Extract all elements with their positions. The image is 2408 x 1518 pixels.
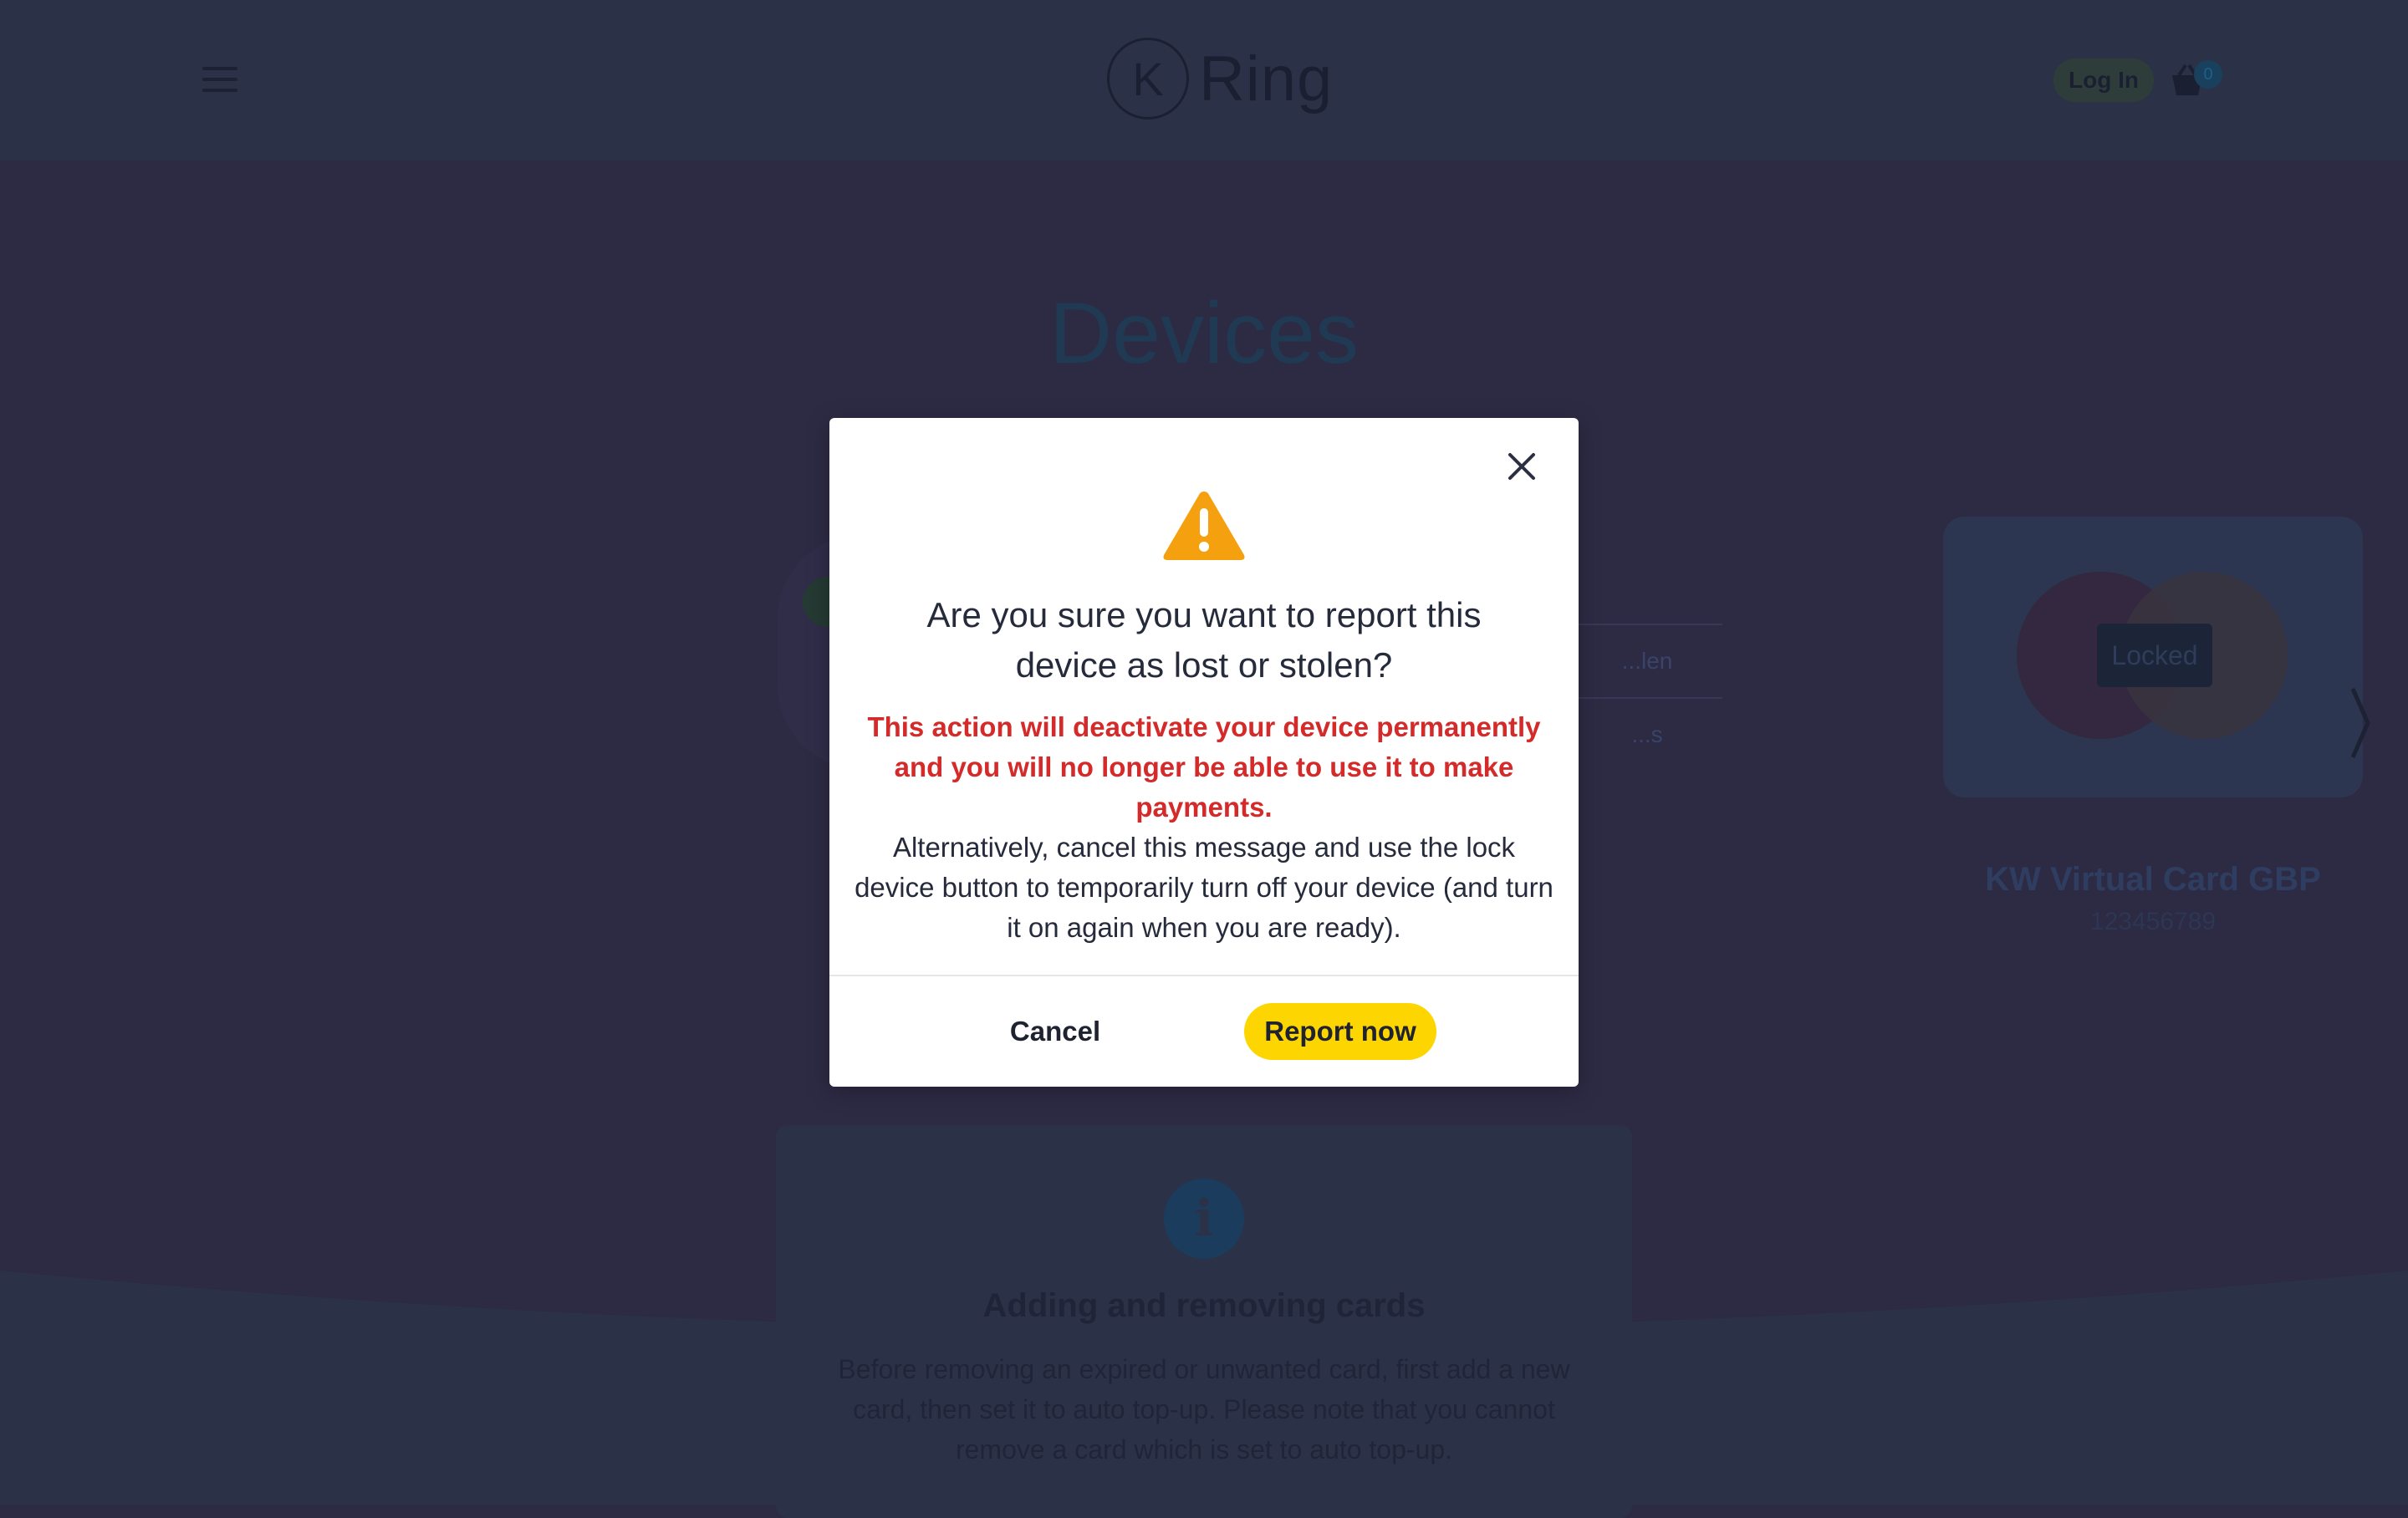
- modal-divider: [829, 975, 1579, 976]
- device-menu-item[interactable]: ...len: [1572, 624, 1722, 697]
- close-icon[interactable]: [1503, 448, 1540, 485]
- modal-title: Are you sure you want to report this dev…: [926, 595, 1482, 685]
- info-icon: i: [1164, 1179, 1244, 1259]
- modal-body-text: Alternatively, cancel this message and u…: [855, 832, 1553, 943]
- info-text: Before removing an expired or unwanted c…: [838, 1354, 1570, 1465]
- login-button[interactable]: Log In: [2053, 59, 2154, 102]
- info-title: Adding and removing cards: [982, 1287, 1426, 1324]
- logo-text: Ring: [1199, 43, 1334, 115]
- locked-badge: Locked: [2097, 624, 2212, 687]
- report-lost-modal: Are you sure you want to report this dev…: [829, 418, 1579, 1087]
- basket-count-badge: 0: [2194, 60, 2222, 89]
- cancel-button[interactable]: Cancel: [972, 1003, 1139, 1060]
- warning-triangle-icon: [1163, 492, 1245, 560]
- chevron-right-icon[interactable]: [2349, 685, 2371, 761]
- device-menu-item[interactable]: ...s: [1572, 697, 1722, 771]
- report-now-button[interactable]: Report now: [1244, 1003, 1436, 1060]
- device-number: 123456789: [2089, 908, 2217, 935]
- modal-warning-text: This action will deactivate your device …: [867, 711, 1541, 823]
- hamburger-icon[interactable]: [202, 67, 237, 92]
- device-name: KW Virtual Card GBP: [1985, 861, 2321, 898]
- page-title: Devices: [1049, 285, 1359, 382]
- logo-mark: K: [1107, 38, 1189, 120]
- brand-logo[interactable]: K Ring: [1107, 37, 1333, 120]
- site-header: K Ring Log In 0: [0, 0, 2408, 160]
